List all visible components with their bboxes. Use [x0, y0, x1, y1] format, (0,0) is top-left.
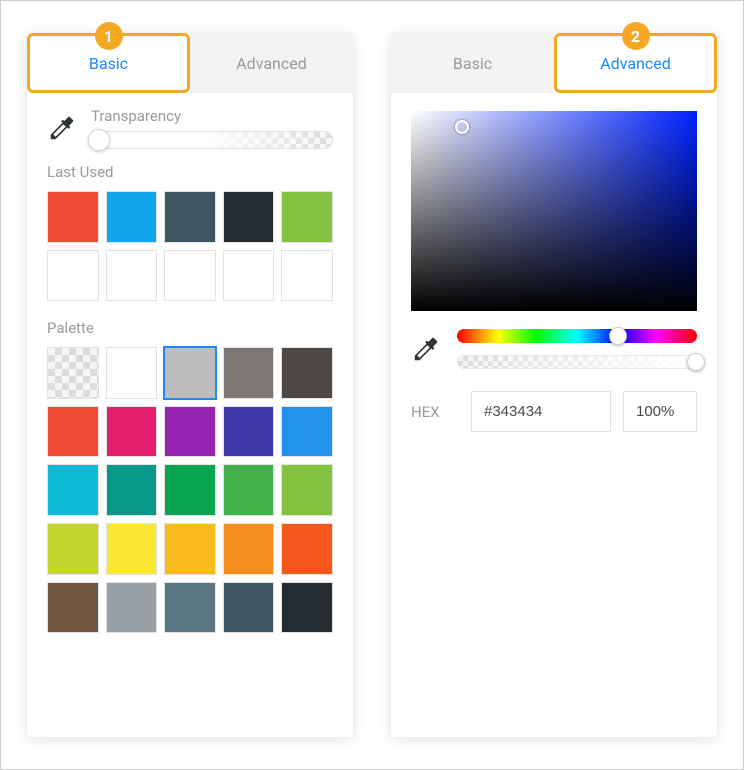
- palette-swatch[interactable]: [223, 406, 275, 458]
- saturation-value-field[interactable]: [411, 111, 697, 311]
- callout-badge-2: 2: [622, 22, 650, 50]
- last-used-swatch[interactable]: [223, 191, 275, 243]
- tabs: Basic 1 Advanced: [27, 33, 353, 93]
- palette-swatch[interactable]: [106, 347, 158, 399]
- palette-swatch[interactable]: [223, 464, 275, 516]
- last-used-swatch[interactable]: [164, 250, 216, 302]
- palette-swatch[interactable]: [223, 347, 275, 399]
- tab-advanced[interactable]: Advanced: [190, 33, 353, 93]
- palette-swatch[interactable]: [164, 523, 216, 575]
- transparency-slider[interactable]: [91, 131, 333, 149]
- last-used-swatch[interactable]: [223, 250, 275, 302]
- opacity-input[interactable]: [623, 391, 697, 432]
- palette-swatch[interactable]: [106, 523, 158, 575]
- alpha-slider-thumb[interactable]: [687, 353, 705, 371]
- eyedropper-icon[interactable]: [47, 113, 77, 143]
- palette-swatch[interactable]: [223, 523, 275, 575]
- hue-slider-thumb[interactable]: [609, 327, 627, 345]
- palette-swatch[interactable]: [164, 464, 216, 516]
- tab-basic-label: Basic: [453, 54, 492, 73]
- palette-swatch[interactable]: [164, 347, 216, 399]
- tab-advanced-label: Advanced: [236, 54, 307, 73]
- hex-input[interactable]: [471, 391, 611, 432]
- tab-basic-label: Basic: [89, 54, 128, 73]
- tab-advanced[interactable]: Advanced 2: [554, 33, 717, 93]
- transparency-label: Transparency: [91, 107, 333, 125]
- palette-swatch[interactable]: [106, 582, 158, 634]
- tab-basic[interactable]: Basic: [391, 33, 554, 93]
- palette-swatch[interactable]: [47, 464, 99, 516]
- tab-basic[interactable]: Basic 1: [27, 33, 190, 93]
- last-used-swatch[interactable]: [164, 191, 216, 243]
- last-used-swatch[interactable]: [281, 191, 333, 243]
- palette-swatch[interactable]: [47, 406, 99, 458]
- palette-label: Palette: [27, 311, 353, 341]
- hex-label: HEX: [411, 403, 459, 421]
- palette-swatch[interactable]: [281, 523, 333, 575]
- palette-swatch[interactable]: [281, 406, 333, 458]
- tab-advanced-label: Advanced: [600, 54, 671, 73]
- last-used-swatch[interactable]: [47, 250, 99, 302]
- palette-swatch[interactable]: [47, 523, 99, 575]
- palette-swatch[interactable]: [106, 406, 158, 458]
- last-used-swatch[interactable]: [106, 250, 158, 302]
- palette-swatch[interactable]: [281, 347, 333, 399]
- transparency-slider-thumb[interactable]: [88, 129, 110, 151]
- alpha-slider[interactable]: [457, 355, 697, 369]
- transparency-section: Transparency: [27, 93, 353, 155]
- palette-swatch[interactable]: [47, 582, 99, 634]
- last-used-grid: [27, 185, 353, 311]
- eyedropper-icon[interactable]: [411, 334, 441, 364]
- palette-swatch[interactable]: [281, 582, 333, 634]
- tabs: Basic Advanced 2: [391, 33, 717, 93]
- palette-swatch[interactable]: [106, 464, 158, 516]
- palette-swatch[interactable]: [164, 406, 216, 458]
- last-used-swatch[interactable]: [106, 191, 158, 243]
- sv-cursor[interactable]: [455, 120, 469, 134]
- palette-swatch[interactable]: [223, 582, 275, 634]
- last-used-swatch[interactable]: [47, 191, 99, 243]
- color-picker-advanced-panel: Basic Advanced 2 HEX: [391, 33, 717, 737]
- hue-slider[interactable]: [457, 329, 697, 343]
- palette-swatch[interactable]: [47, 347, 99, 399]
- color-picker-basic-panel: Basic 1 Advanced Transparency Last Used …: [27, 33, 353, 737]
- palette-grid: [27, 341, 353, 643]
- palette-swatch[interactable]: [281, 464, 333, 516]
- last-used-label: Last Used: [27, 155, 353, 185]
- palette-swatch[interactable]: [164, 582, 216, 634]
- last-used-swatch[interactable]: [281, 250, 333, 302]
- callout-badge-1: 1: [95, 22, 123, 50]
